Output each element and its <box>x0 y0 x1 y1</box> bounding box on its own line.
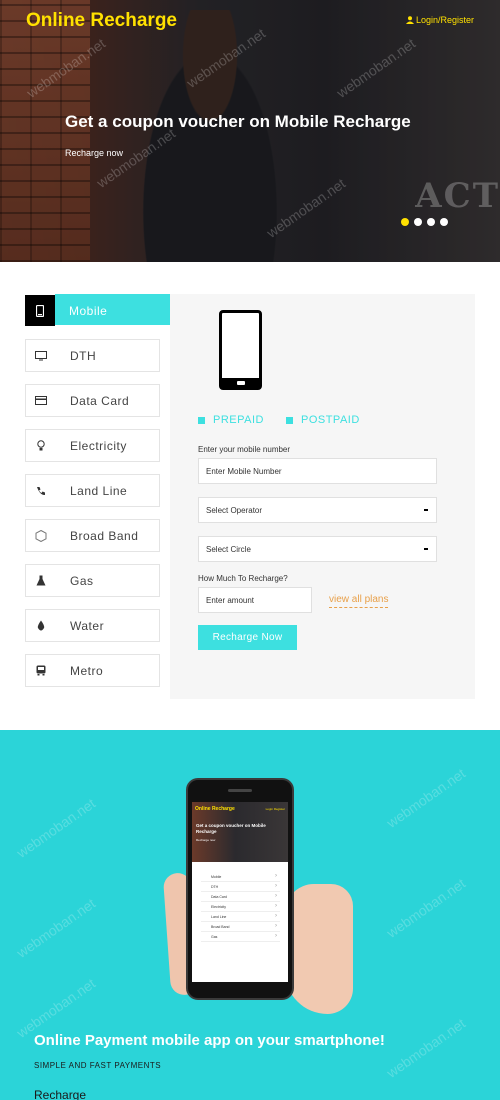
mobile-number-input[interactable]: Enter Mobile Number <box>198 458 437 484</box>
tab-label: Metro <box>70 663 104 678</box>
prepaid-radio[interactable] <box>198 416 205 424</box>
brand-logo[interactable]: Online Recharge <box>26 10 177 32</box>
list-item: Broad Band <box>201 922 280 932</box>
mobile-app-section: Online Recharge Login Register Get a cou… <box>0 730 500 1100</box>
tab-label: Mobile <box>69 303 108 318</box>
tab-label: DTH <box>70 348 97 363</box>
tab-mobile[interactable]: Mobile <box>25 294 188 340</box>
list-item: Gas <box>201 932 280 942</box>
amount-label: How Much To Recharge? <box>198 574 288 583</box>
tab-label: Electricity <box>70 438 127 453</box>
tab-data-card[interactable]: Data Card <box>25 384 160 417</box>
app-section-next-heading: Recharge <box>34 1088 87 1100</box>
login-register-label: Login/Register <box>415 15 474 25</box>
slider-dot-4[interactable] <box>440 218 448 226</box>
phone-mockup: Online Recharge Login Register Get a cou… <box>186 778 294 1000</box>
list-item: DTH <box>201 882 280 892</box>
mobile-icon <box>25 295 55 326</box>
recharge-form-panel: PREPAID POSTPAID Enter your mobile numbe… <box>170 294 475 699</box>
mockup-service-list: Mobile DTH Data Card Electricity Land Li… <box>201 872 280 942</box>
caret-icon <box>424 509 428 511</box>
recharge-section: Mobile DTH Data Card Electricity Land Li… <box>0 262 500 730</box>
tab-label: Water <box>70 618 105 633</box>
app-section-subtitle: SIMPLE AND FAST PAYMENTS <box>34 1061 162 1070</box>
slider-dot-1[interactable] <box>401 218 409 226</box>
phone-mockup-screen: Online Recharge Login Register Get a cou… <box>192 802 288 982</box>
card-icon <box>26 385 56 416</box>
view-all-plans-link[interactable]: view all plans <box>329 594 389 608</box>
caret-icon <box>424 548 428 550</box>
circle-select[interactable]: Select Circle <box>198 536 437 562</box>
list-item: Data Card <box>201 892 280 902</box>
amount-input[interactable]: Enter amount <box>198 587 312 613</box>
app-section-title: Online Payment mobile app on your smartp… <box>34 1032 385 1049</box>
tab-label: Data Card <box>70 393 130 408</box>
mobile-phone-icon <box>219 310 262 390</box>
hero-recharge-link[interactable]: Recharge now <box>65 148 123 158</box>
drop-icon <box>26 610 56 641</box>
tab-broad-band[interactable]: Broad Band <box>25 519 160 552</box>
operator-select[interactable]: Select Operator <box>198 497 437 523</box>
plan-type-options: PREPAID POSTPAID <box>198 414 360 426</box>
login-register-link[interactable]: Login/Register <box>405 15 474 25</box>
tab-label: Gas <box>70 573 94 588</box>
phone-handset-icon <box>26 475 56 506</box>
flask-icon <box>26 565 56 596</box>
postpaid-option[interactable]: POSTPAID <box>285 414 360 426</box>
tab-water[interactable]: Water <box>25 609 160 642</box>
hero-banner: ACT Online Recharge Login/Register Get a… <box>0 0 500 262</box>
tab-label: Land Line <box>70 483 128 498</box>
slider-dot-2[interactable] <box>414 218 422 226</box>
tab-dth[interactable]: DTH <box>25 339 160 372</box>
hero-title: Get a coupon voucher on Mobile Recharge <box>65 112 411 131</box>
mobile-number-label: Enter your mobile number <box>198 445 291 454</box>
prepaid-option[interactable]: PREPAID <box>198 414 264 426</box>
slider-dots <box>401 218 448 226</box>
train-icon <box>26 655 56 686</box>
list-item: Land Line <box>201 912 280 922</box>
tab-label: Broad Band <box>70 528 139 543</box>
slider-dot-3[interactable] <box>427 218 435 226</box>
postpaid-radio[interactable] <box>285 416 293 424</box>
recharge-now-button[interactable]: Recharge Now <box>198 625 297 650</box>
user-icon <box>405 16 414 24</box>
tv-icon <box>26 340 56 371</box>
tab-metro[interactable]: Metro <box>25 654 160 687</box>
list-item: Electricity <box>201 902 280 912</box>
list-item: Mobile <box>201 872 280 882</box>
globe-icon <box>26 520 56 551</box>
bulb-icon <box>26 430 56 461</box>
tab-land-line[interactable]: Land Line <box>25 474 160 507</box>
service-tabs: Mobile DTH Data Card Electricity Land Li… <box>25 294 188 699</box>
tab-gas[interactable]: Gas <box>25 564 160 597</box>
tab-electricity[interactable]: Electricity <box>25 429 160 462</box>
